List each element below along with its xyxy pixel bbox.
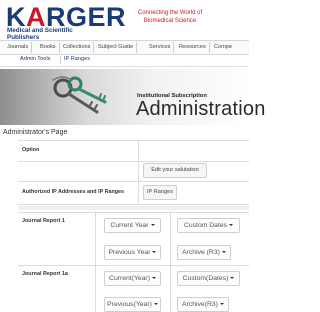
table-top-border — [18, 140, 249, 141]
tagline-line2: Biomedical Science — [143, 18, 197, 24]
tagline: Connecting the World of Biomedical Scien… — [120, 9, 220, 25]
chevron-down-icon — [153, 303, 158, 306]
jr1-custom-dates-label: Custom Dates — [183, 222, 228, 229]
nav-item-compe[interactable]: Compe — [211, 42, 235, 53]
jr1a-previous-year-dropdown[interactable]: Previous(Year) — [104, 297, 161, 312]
jr1-previous-year-dropdown[interactable]: Previous Year — [104, 245, 161, 260]
subnav-ip-ranges[interactable]: IP Ranges — [64, 56, 90, 62]
journal-report-1a-label: Journal Report 1a — [22, 271, 68, 277]
option-header: Option — [22, 147, 40, 153]
nav-item-services[interactable]: Services — [146, 42, 175, 53]
chevron-down-icon — [150, 224, 155, 227]
jr1-previous-year-label: Previous Year — [108, 249, 151, 256]
jr1-archive-dropdown[interactable]: Archive (R3) — [177, 245, 231, 260]
nav-item-collections[interactable]: Collections — [60, 42, 95, 53]
jr1-custom-dates-dropdown[interactable]: Custom Dates — [177, 218, 240, 233]
keys-icon — [52, 76, 107, 114]
jr1a-current-year-dropdown[interactable]: Current(Year) — [104, 271, 161, 286]
chevron-down-icon — [230, 277, 235, 280]
reports-row-divider — [18, 265, 249, 266]
section-separator — [18, 206, 249, 210]
jr1a-current-year-label: Current(Year) — [109, 275, 150, 282]
jr1-archive-label: Archive (R3) — [182, 249, 220, 256]
table-bottom-border — [18, 204, 249, 205]
reports-col-divider — [95, 212, 96, 312]
jr1a-previous-year-label: Previous(Year) — [107, 301, 152, 308]
admin-subnav: Admin Tools IP Ranges — [0, 54, 249, 67]
chevron-down-icon — [219, 303, 224, 306]
nav-item-subject-guide[interactable]: Subject Guide — [95, 42, 138, 53]
edit-salutation-button[interactable]: Edit your salutation — [143, 163, 207, 178]
subnav-divider — [60, 56, 61, 64]
jr1-current-year-label: Current Year — [110, 222, 149, 229]
ip-ranges-label: Authorized IP Addresses and IP Ranges — [22, 189, 125, 195]
tagline-line1: Connecting the World of — [137, 10, 203, 16]
table-col-divider — [138, 140, 139, 205]
nav-item-journals[interactable]: Journals — [4, 42, 33, 53]
banner-title: Administration — [136, 98, 266, 120]
subnav-admin-tools[interactable]: Admin Tools — [20, 56, 50, 62]
reports-top-border — [18, 212, 249, 213]
ip-ranges-button[interactable]: IP Ranges — [143, 185, 177, 200]
jr1-current-year-dropdown[interactable]: Current Year — [104, 218, 161, 233]
jr1a-archive-label: Archive(R3) — [182, 301, 218, 308]
chevron-down-icon — [221, 251, 226, 254]
jr1a-custom-dates-dropdown[interactable]: Custom(Dates) — [177, 271, 240, 286]
site-header: KARGER Medical and Scientific Publishers… — [0, 0, 249, 40]
page-title: Administrator's Page — [3, 129, 68, 136]
chevron-down-icon — [151, 277, 156, 280]
jr1a-custom-dates-label: Custom(Dates) — [182, 275, 229, 282]
jr1a-archive-dropdown[interactable]: Archive(R3) — [177, 297, 229, 312]
chevron-down-icon — [229, 224, 234, 227]
nav-item-resources[interactable]: Resources — [176, 42, 210, 53]
table-row-divider — [18, 161, 249, 162]
table-row-divider — [18, 181, 249, 182]
reports-col-divider — [170, 212, 171, 312]
chevron-down-icon — [152, 251, 157, 254]
nav-item-books[interactable]: Books — [37, 42, 60, 53]
journal-report-1-label: Journal Report 1 — [22, 218, 65, 224]
main-nav: Journals Books Collections Subject Guide… — [0, 40, 249, 55]
